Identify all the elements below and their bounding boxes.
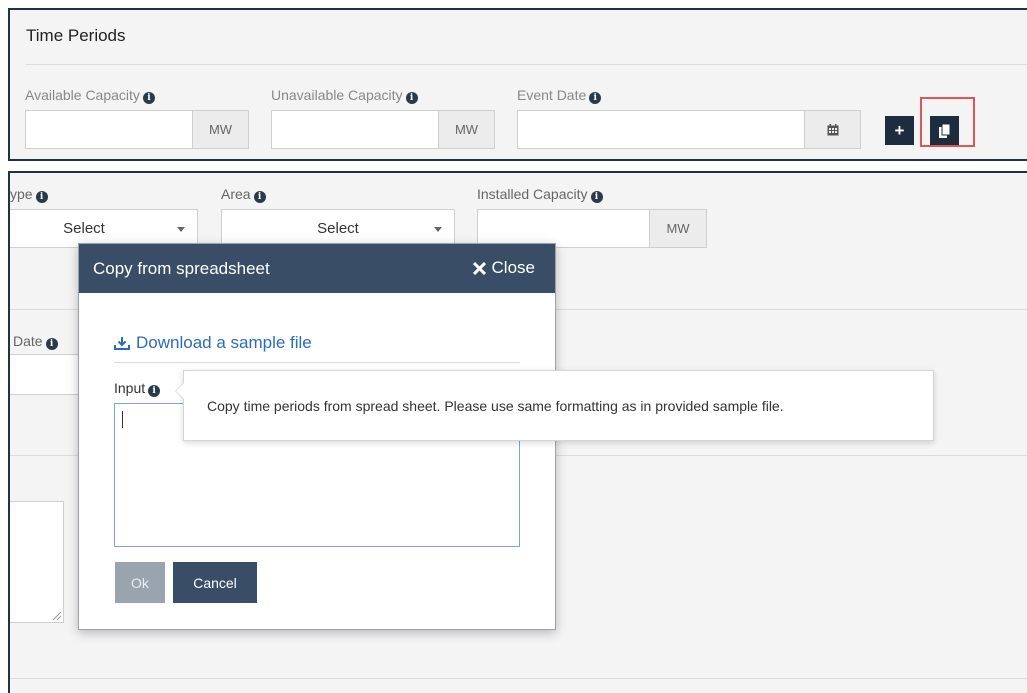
download-icon (114, 336, 130, 350)
installed-capacity-unit: MW (650, 209, 707, 248)
ok-button[interactable]: Ok (115, 562, 165, 603)
modal-divider (114, 362, 520, 363)
unavailable-capacity-label-group: Unavailable Capacity i (271, 87, 418, 104)
type-select-value: Select (63, 220, 105, 237)
info-icon[interactable]: i (405, 92, 418, 104)
area-label: Area (221, 186, 251, 202)
section-divider (10, 678, 1027, 679)
close-icon (472, 261, 486, 275)
chevron-down-icon (434, 227, 442, 232)
calendar-button[interactable] (805, 110, 861, 149)
highlight-box (920, 97, 975, 147)
download-sample-link[interactable]: Download a sample file (114, 333, 312, 353)
close-button[interactable]: Close (472, 258, 535, 278)
calendar-icon (827, 123, 838, 135)
available-capacity-label: Available Capacity (25, 87, 140, 103)
tooltip-arrow (175, 382, 184, 400)
input-label: Input (114, 380, 146, 396)
unavailable-capacity-label: Unavailable Capacity (271, 87, 403, 103)
type-label-group: ype i (10, 186, 48, 203)
info-icon[interactable]: i (45, 338, 58, 350)
plus-icon: + (894, 120, 905, 140)
download-link-label: Download a sample file (136, 333, 312, 352)
installed-capacity-label-group: Installed Capacity i (477, 186, 603, 203)
modal-header: Copy from spreadsheet Close (79, 244, 555, 293)
info-icon[interactable]: i (253, 191, 266, 203)
info-icon[interactable]: i (589, 92, 602, 104)
event-date-label-group: Event Date i (517, 87, 602, 104)
type-label: ype (10, 186, 33, 202)
date-label: Date (13, 333, 43, 349)
modal-title: Copy from spreadsheet (93, 259, 270, 278)
available-capacity-input[interactable] (25, 110, 193, 149)
text-cursor (122, 411, 123, 428)
add-time-period-button[interactable]: + (885, 116, 914, 145)
tooltip-text: Copy time periods from spread sheet. Ple… (207, 397, 784, 414)
unavailable-capacity-unit: MW (439, 110, 495, 149)
input-info-tooltip: Copy time periods from spread sheet. Ple… (175, 370, 934, 441)
input-label-group: Input i (114, 380, 161, 397)
time-periods-panel: Time Periods Available Capacity i MW Unav… (8, 8, 1027, 161)
date-label-group: Date i (13, 333, 58, 350)
info-icon[interactable]: i (148, 385, 161, 397)
available-capacity-unit: MW (193, 110, 249, 149)
event-date-input[interactable] (517, 110, 805, 149)
chevron-down-icon (177, 227, 185, 232)
area-label-group: Area i (221, 186, 266, 203)
unavailable-capacity-input[interactable] (271, 110, 439, 149)
close-label: Close (491, 258, 535, 277)
installed-capacity-label: Installed Capacity (477, 186, 588, 202)
time-periods-title: Time Periods (26, 26, 126, 45)
info-icon[interactable]: i (35, 191, 48, 203)
area-select-value: Select (317, 220, 359, 237)
event-date-label: Event Date (517, 87, 587, 103)
title-divider (26, 64, 1027, 65)
resize-handle-icon (53, 612, 61, 620)
available-capacity-label-group: Available Capacity i (25, 87, 155, 104)
notes-textarea[interactable] (10, 501, 64, 623)
date-input[interactable] (10, 354, 80, 395)
info-icon[interactable]: i (142, 92, 155, 104)
cancel-button[interactable]: Cancel (173, 562, 257, 603)
info-icon[interactable]: i (590, 191, 603, 203)
